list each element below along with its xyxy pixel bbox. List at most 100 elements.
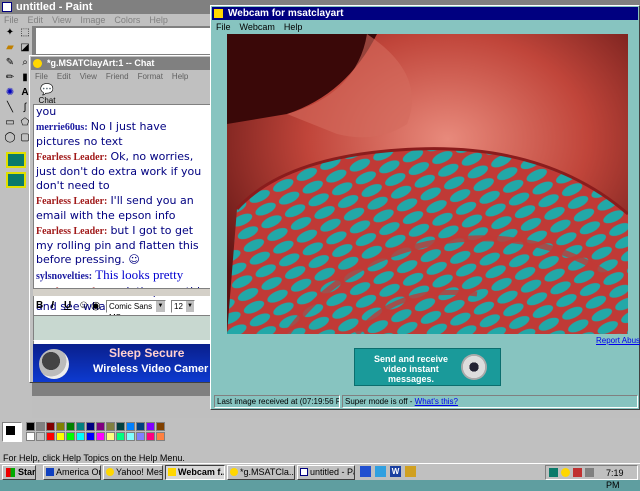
rectangle-tool-icon[interactable]: ▭ — [3, 116, 17, 130]
palette-swatch[interactable] — [36, 422, 45, 431]
message-sender: sylsnovelties: — [36, 271, 93, 282]
taskbar-paint[interactable]: untitled - Paint — [297, 465, 355, 480]
palette-swatch[interactable] — [116, 432, 125, 441]
paint-menu-file[interactable]: File — [4, 15, 19, 25]
chat-menu-help[interactable]: Help — [172, 72, 188, 81]
palette-swatch[interactable] — [26, 432, 35, 441]
palette-swatch[interactable] — [106, 422, 115, 431]
paint-menu-edit[interactable]: Edit — [28, 15, 44, 25]
ql-icon-1[interactable] — [360, 466, 371, 477]
italic-button[interactable]: I — [51, 300, 54, 311]
font-name-select[interactable]: Comic Sans MS ▼ — [106, 300, 166, 322]
ellipse-tool-icon[interactable]: ◯ — [3, 131, 17, 145]
chat-message: Fearless Leader: Ok, no worries, just do… — [36, 150, 210, 193]
palette-swatch[interactable] — [86, 432, 95, 441]
palette-swatch[interactable] — [76, 432, 85, 441]
palette-swatch[interactable] — [156, 422, 165, 431]
palette-swatch[interactable] — [66, 422, 75, 431]
palette-swatch[interactable] — [116, 422, 125, 431]
paint-menu-help[interactable]: Help — [149, 15, 168, 25]
option-icon-1[interactable] — [6, 152, 26, 168]
airbrush-tool-icon[interactable]: ✺ — [3, 86, 17, 100]
chat-menu-view[interactable]: View — [80, 72, 97, 81]
paint-toolbox: ✦ ⬚ ▰ ◪ ✎ ⌕ ✏ ▮ ✺ A ╲ ∫ ▭ ⬠ ◯ ▢ — [2, 26, 32, 196]
palette-swatch[interactable] — [46, 432, 55, 441]
foreground-color[interactable] — [6, 426, 15, 435]
palette-swatch[interactable] — [146, 422, 155, 431]
chat-titlebar[interactable]: *g.MSATClayArt:1 -- Chat — [31, 57, 210, 70]
color-button-icon[interactable]: ◉ — [91, 299, 101, 312]
taskbar-webcam[interactable]: Webcam f... — [165, 465, 225, 480]
select-tool-icon[interactable]: ⬚ — [18, 26, 32, 40]
chat-menu-friend[interactable]: Friend — [106, 72, 129, 81]
palette-swatch[interactable] — [126, 422, 135, 431]
fill-tool-icon[interactable]: ◪ — [18, 41, 32, 55]
palette-swatch[interactable] — [86, 422, 95, 431]
ql-icon-4[interactable] — [405, 466, 416, 477]
size-dropdown-icon[interactable]: ▼ — [186, 301, 194, 312]
palette-swatch[interactable] — [96, 432, 105, 441]
sleep-secure-ad[interactable]: Sleep Secure Wireless Video Camer — [33, 344, 213, 382]
tray-icon-2[interactable] — [561, 468, 570, 477]
webcam-menu-help[interactable]: Help — [284, 22, 303, 32]
webcam-menu-file[interactable]: File — [216, 22, 231, 32]
paint-canvas[interactable] — [36, 28, 212, 54]
report-abuse-link[interactable]: Report Abuse — [596, 336, 640, 345]
start-button[interactable]: Start — [2, 465, 36, 480]
ql-icon-2[interactable] — [375, 466, 386, 477]
chat-tab[interactable]: 💬 Chat — [36, 84, 58, 106]
webcam-menu-webcam[interactable]: Webcam — [240, 22, 275, 32]
palette-swatch[interactable] — [46, 422, 55, 431]
tray-icon-3[interactable] — [573, 468, 582, 477]
eraser-tool-icon[interactable]: ▰ — [3, 41, 17, 55]
tray-icon-4[interactable] — [585, 468, 594, 477]
palette-swatch[interactable] — [106, 432, 115, 441]
ql-word-icon[interactable]: W — [390, 466, 401, 477]
palette-swatch[interactable] — [36, 432, 45, 441]
palette-swatch[interactable] — [156, 432, 165, 441]
bold-button[interactable]: B — [36, 300, 43, 311]
chat-hscroll[interactable] — [33, 288, 213, 296]
tray-icon-1[interactable] — [549, 468, 558, 477]
font-size-select[interactable]: 12 ▼ — [171, 300, 195, 313]
option-icon-2[interactable] — [6, 172, 26, 188]
video-im-ad[interactable]: Send and receive video instant messages. — [354, 348, 501, 386]
palette-swatch[interactable] — [136, 422, 145, 431]
palette-swatch[interactable] — [146, 432, 155, 441]
palette-swatch[interactable] — [76, 422, 85, 431]
tool-options-box[interactable] — [4, 150, 30, 190]
clock[interactable]: 7:19 PM — [606, 467, 637, 491]
webcam-titlebar[interactable]: Webcam for msatclayart — [212, 7, 638, 20]
palette-swatch[interactable] — [136, 432, 145, 441]
palette-swatch[interactable] — [56, 432, 65, 441]
chat-menu-edit[interactable]: Edit — [57, 72, 71, 81]
whats-this-link[interactable]: What's this? — [415, 397, 458, 406]
smiley-button-icon[interactable]: ☺ — [78, 299, 89, 311]
free-select-tool-icon[interactable]: ✦ — [3, 26, 17, 40]
picker-tool-icon[interactable]: ✎ — [3, 56, 17, 70]
pencil-tool-icon[interactable]: ✏ — [3, 71, 17, 85]
palette-swatch[interactable] — [66, 432, 75, 441]
chat-menu-file[interactable]: File — [35, 72, 48, 81]
palette-swatch[interactable] — [126, 432, 135, 441]
chat-task-icon — [230, 468, 238, 476]
taskbar-chat[interactable]: *g.MSATCla... — [227, 465, 295, 480]
palette-swatch[interactable] — [56, 422, 65, 431]
color-palette — [0, 420, 640, 450]
chat-message: sylsnovelties: This looks pretty — [36, 268, 210, 284]
taskbar-yahoo[interactable]: Yahoo! Mess... — [103, 465, 163, 480]
message-input[interactable] — [33, 315, 213, 341]
chat-message: merrie60us: No I just have pictures no t… — [36, 120, 210, 149]
paint-menu-view[interactable]: View — [52, 15, 71, 25]
taskbar-aol[interactable]: America Onli... — [43, 465, 101, 480]
paint-menu-image[interactable]: Image — [80, 15, 105, 25]
palette-swatch[interactable] — [96, 422, 105, 431]
underline-button[interactable]: U — [64, 300, 71, 311]
line-tool-icon[interactable]: ╲ — [3, 101, 17, 115]
paint-menu-colors[interactable]: Colors — [114, 15, 140, 25]
palette-swatch[interactable] — [26, 422, 35, 431]
chat-menu-format[interactable]: Format — [138, 72, 163, 81]
font-dropdown-icon[interactable]: ▼ — [156, 301, 165, 312]
current-colors[interactable] — [2, 422, 22, 442]
system-tray: 7:19 PM — [545, 465, 638, 490]
